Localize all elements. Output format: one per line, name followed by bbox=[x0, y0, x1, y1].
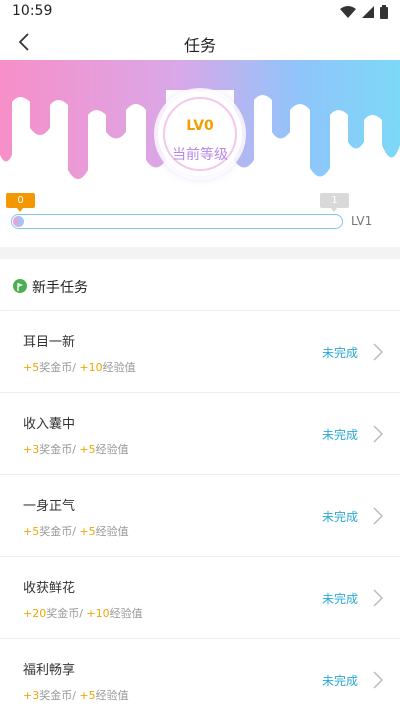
task-title: 收获鲜花 bbox=[23, 581, 76, 596]
level-circle: LV0 当前等级 bbox=[158, 92, 242, 176]
coin-plus: + bbox=[23, 443, 33, 456]
progress-fill bbox=[13, 216, 24, 227]
task-item[interactable]: 福利畅享 +3奖金币/ +5经验值 未完成 bbox=[0, 639, 400, 710]
exp-amount: 5 bbox=[88, 689, 96, 702]
coin-label: 奖金币/ bbox=[39, 525, 80, 538]
section-divider bbox=[0, 247, 400, 259]
exp-plus: + bbox=[79, 443, 89, 456]
progress-end-badge: 1 bbox=[320, 193, 349, 212]
task-title: 福利畅享 bbox=[23, 663, 76, 678]
progress-start-badge: 0 bbox=[6, 193, 35, 212]
exp-label: 经验值 bbox=[102, 361, 136, 374]
task-item[interactable]: 耳目一新 +5奖金币/ +10经验值 未完成 bbox=[0, 311, 400, 393]
task-reward: +20奖金币/ +10经验值 bbox=[23, 605, 143, 621]
coin-label: 奖金币/ bbox=[39, 361, 80, 374]
nav-bar: 任务 bbox=[0, 24, 400, 60]
wifi-icon bbox=[340, 6, 356, 18]
status-time: 10:59 bbox=[12, 3, 53, 19]
coin-plus: + bbox=[23, 607, 33, 620]
exp-plus: + bbox=[79, 361, 89, 374]
exp-label: 经验值 bbox=[95, 525, 129, 538]
section-header: 新手任务 bbox=[0, 259, 400, 311]
chevron-right-icon bbox=[373, 343, 384, 361]
status-icons bbox=[340, 5, 388, 19]
coin-plus: + bbox=[23, 525, 33, 538]
exp-label: 经验值 bbox=[95, 689, 129, 702]
current-level: LV0 bbox=[186, 118, 214, 134]
exp-amount: 5 bbox=[88, 443, 96, 456]
task-reward: +5奖金币/ +5经验值 bbox=[23, 523, 129, 539]
chevron-right-icon bbox=[373, 671, 384, 689]
coin-plus: + bbox=[23, 689, 33, 702]
coin-label: 奖金币/ bbox=[46, 607, 87, 620]
task-item[interactable]: 收获鲜花 +20奖金币/ +10经验值 未完成 bbox=[0, 557, 400, 639]
chevron-right-icon bbox=[373, 589, 384, 607]
task-status: 未完成 bbox=[322, 674, 359, 688]
exp-plus: + bbox=[79, 525, 89, 538]
task-title: 耳目一新 bbox=[23, 335, 76, 350]
task-title: 收入囊中 bbox=[23, 417, 76, 432]
task-reward: +3奖金币/ +5经验值 bbox=[23, 441, 129, 457]
exp-amount: 10 bbox=[88, 361, 103, 374]
coin-plus: + bbox=[23, 361, 33, 374]
chevron-right-icon bbox=[373, 425, 384, 443]
exp-plus: + bbox=[86, 607, 96, 620]
coin-label: 奖金币/ bbox=[39, 689, 80, 702]
status-bar: 10:59 bbox=[0, 0, 400, 24]
task-status: 未完成 bbox=[322, 510, 359, 524]
flag-icon bbox=[13, 279, 27, 293]
page-title: 任务 bbox=[183, 36, 216, 55]
exp-plus: + bbox=[79, 689, 89, 702]
battery-icon bbox=[380, 5, 388, 19]
signal-icon bbox=[362, 6, 374, 18]
task-status: 未完成 bbox=[322, 346, 359, 360]
chevron-right-icon bbox=[373, 507, 384, 525]
exp-amount: 10 bbox=[95, 607, 110, 620]
coin-amount: 20 bbox=[32, 607, 47, 620]
task-status: 未完成 bbox=[322, 428, 359, 442]
task-title: 一身正气 bbox=[23, 499, 76, 514]
coin-label: 奖金币/ bbox=[39, 443, 80, 456]
task-item[interactable]: 收入囊中 +3奖金币/ +5经验值 未完成 bbox=[0, 393, 400, 475]
current-level-label: 当前等级 bbox=[172, 147, 228, 163]
experience-progress-bar bbox=[11, 214, 343, 229]
exp-amount: 5 bbox=[88, 525, 96, 538]
task-list: 耳目一新 +5奖金币/ +10经验值 未完成 收入囊中 +3奖金币/ +5经验值 未完成一… bbox=[0, 311, 400, 710]
exp-label: 经验值 bbox=[95, 443, 129, 456]
task-item[interactable]: 一身正气 +5奖金币/ +5经验值 未完成 bbox=[0, 475, 400, 557]
task-status: 未完成 bbox=[322, 592, 359, 606]
task-reward: +5奖金币/ +10经验值 bbox=[23, 359, 136, 375]
section-title: 新手任务 bbox=[32, 280, 88, 296]
task-reward: +3奖金币/ +5经验值 bbox=[23, 687, 129, 703]
next-level-label: LV1 bbox=[351, 214, 373, 228]
exp-label: 经验值 bbox=[109, 607, 143, 620]
